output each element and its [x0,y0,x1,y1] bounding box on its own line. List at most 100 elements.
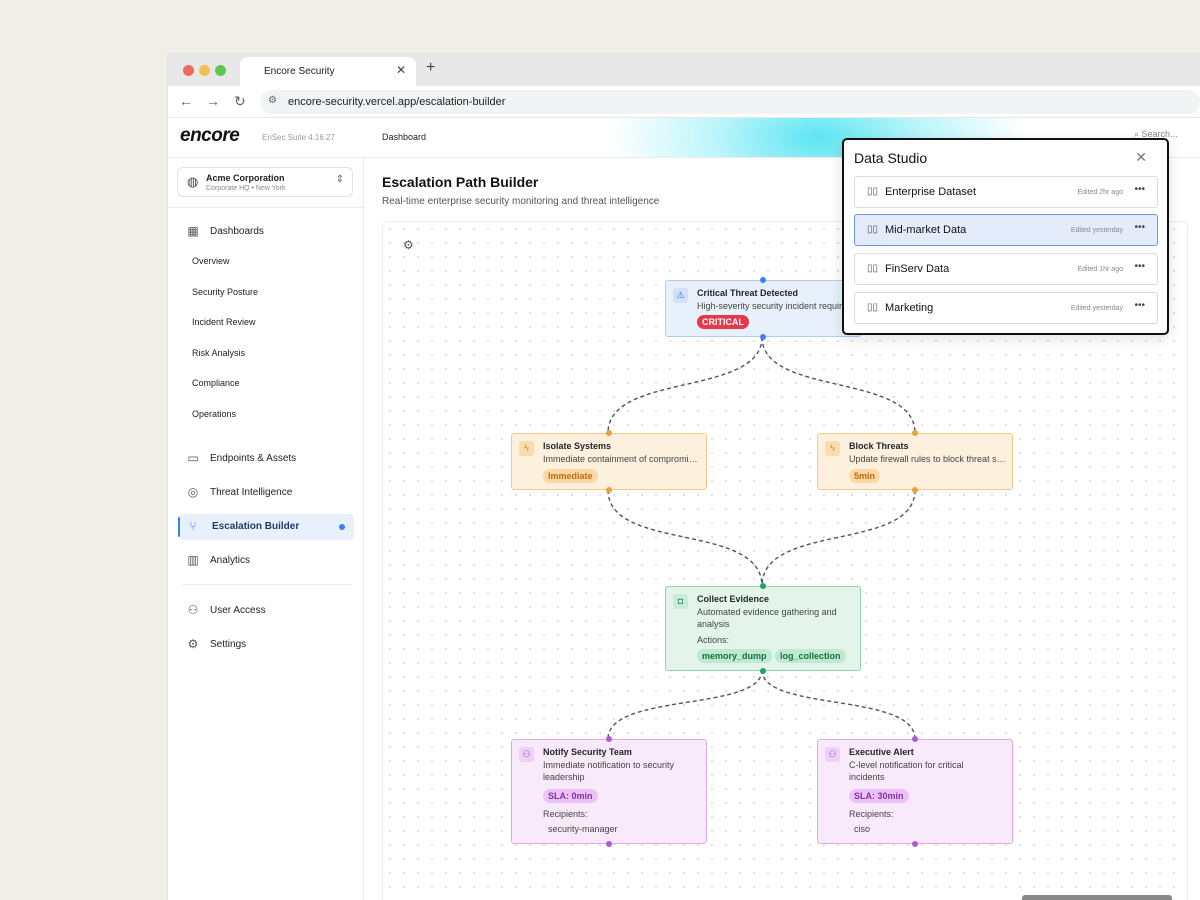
chevron-up-down-icon: ⇕ [335,174,344,185]
more-options-icon[interactable]: ••• [1134,261,1145,272]
severity-badge: CRITICAL [697,315,749,329]
input-handle[interactable] [760,277,766,283]
node-block-threats[interactable]: ϟ Block Threats Update firewall rules to… [817,430,1013,493]
lightning-icon: ϟ [519,441,534,456]
dataset-name: Enterprise Dataset [885,186,977,198]
browser-tab[interactable]: Encore Security ✕ [240,57,416,86]
gear-icon: ⚙ [187,637,199,651]
more-options-icon[interactable]: ••• [1134,184,1145,195]
input-handle[interactable] [760,583,766,589]
recipients-label: Recipients: [849,809,894,819]
dataset-row[interactable]: ▯▯ Marketing Edited yesterday ••• [854,292,1158,324]
sidebar-item-escalation-builder[interactable]: ⑂ Escalation Builder [178,514,354,540]
dataset-row[interactable]: ▯▯ FinServ Data Edited 1hr ago ••• [854,253,1158,285]
back-arrow-icon[interactable]: ← [179,93,193,109]
breadcrumb[interactable]: Dashboard [382,132,426,142]
node-title: Notify Security Team [543,747,632,757]
dataset-icon: ▯▯ [867,224,879,235]
sidebar-item-dashboards[interactable]: ▦ Dashboards [178,219,354,245]
node-title: Critical Threat Detected [697,288,799,298]
sidebar-subitem-compliance[interactable]: Compliance [192,378,240,388]
node-description: Update firewall rules to block threat so… [849,454,1009,464]
encore-logo[interactable]: encore [180,125,240,147]
recipients-label: Recipients: [543,809,588,819]
node-isolate-systems[interactable]: ϟ Isolate Systems Immediate containment … [511,430,707,493]
dataset-row[interactable]: ▯▯ Enterprise Dataset Edited 2hr ago ••• [854,176,1158,208]
edge-block-collect [761,489,916,587]
output-handle[interactable] [606,487,612,493]
dataset-edited-time: Edited 2hr ago [1077,189,1123,196]
sidebar-item-analytics[interactable]: ▥ Analytics [178,548,354,574]
sla-badge: SLA: 0min [543,789,598,803]
sidebar-subitem-operations[interactable]: Operations [192,409,236,419]
scrollbar-thumb[interactable] [1022,895,1172,900]
node-title: Block Threats [849,441,909,451]
close-window-button[interactable] [183,65,194,76]
sidebar-item-label: Threat Intelligence [210,487,293,498]
output-handle[interactable] [912,487,918,493]
sidebar-subitem-risk-analysis[interactable]: Risk Analysis [192,348,245,358]
sidebar-subitem-incident-review[interactable]: Incident Review [192,317,256,327]
edge-collect-exec [761,669,916,740]
output-handle[interactable] [606,841,612,847]
more-options-icon[interactable]: ••• [1134,300,1145,311]
forward-arrow-icon[interactable]: → [206,93,220,109]
sidebar-item-label: User Access [210,605,266,616]
node-description: Immediate notification to security leade… [543,760,675,782]
sidebar-item-label: Escalation Builder [212,521,300,532]
more-options-icon[interactable]: ••• [1134,222,1145,233]
edge-critical-isolate [607,336,763,434]
output-handle[interactable] [760,668,766,674]
sidebar-subitem-security-posture[interactable]: Security Posture [192,287,258,297]
minimize-window-button[interactable] [199,65,210,76]
node-critical-threat[interactable]: ⚠ Critical Threat Detected High-severity… [665,277,861,340]
laptop-icon: ▭ [187,451,199,465]
edge-isolate-collect [607,489,763,587]
node-title: Collect Evidence [697,594,770,604]
node-collect-evidence[interactable]: ◘ Collect Evidence Automated evidence ga… [665,583,861,674]
maximize-window-button[interactable] [215,65,226,76]
close-icon[interactable]: ✕ [1135,149,1147,166]
sidebar-item-threat-intelligence[interactable]: ◎ Threat Intelligence [178,480,354,506]
page-title: Escalation Path Builder [382,174,539,190]
recipient-value: ciso [854,824,871,834]
input-handle[interactable] [912,736,918,742]
lightning-icon: ϟ [825,441,840,456]
tab-close-icon[interactable]: ✕ [396,63,406,77]
dataset-name: Marketing [885,302,934,314]
node-executive-alert[interactable]: ⚇ Executive Alert C-level notification f… [817,736,1013,847]
input-handle[interactable] [606,430,612,436]
users-icon: ⚇ [825,747,840,762]
site-settings-icon[interactable]: ⚙ [268,95,277,106]
dataset-row-selected[interactable]: ▯▯ Mid-market Data Edited yesterday ••• [854,214,1158,246]
output-handle[interactable] [760,334,766,340]
sidebar-item-settings[interactable]: ⚙ Settings [178,632,354,658]
tab-strip: Encore Security ✕ + [168,54,1200,86]
input-handle[interactable] [912,430,918,436]
users-icon: ⚇ [187,603,199,617]
recipient-value: security-manager [548,824,618,834]
action-chip-log-collection: log_collection [775,649,846,663]
dataset-icon: ▯▯ [867,263,879,274]
output-handle[interactable] [912,841,918,847]
new-tab-button[interactable]: + [426,59,435,77]
org-switcher[interactable]: ◍ Acme Corporation Corporate HQ • New Yo… [177,167,353,197]
node-description: C-level notification for critical incide… [849,760,964,782]
node-notify-security-team[interactable]: ⚇ Notify Security Team Immediate notific… [511,736,707,847]
sidebar-item-label: Analytics [210,555,251,566]
panel-title: Data Studio [854,150,928,166]
sidebar-subitem-overview[interactable]: Overview [192,256,230,266]
dataset-name: FinServ Data [885,263,950,275]
reload-icon[interactable]: ↻ [234,93,246,110]
input-handle[interactable] [606,736,612,742]
sidebar-item-endpoints[interactable]: ▭ Endpoints & Assets [178,446,354,472]
active-indicator-dot [339,524,345,530]
node-description: Immediate containment of compromised sys… [543,454,699,464]
sidebar-item-user-access[interactable]: ⚇ User Access [178,598,354,624]
dataset-edited-time: Edited yesterday [1070,305,1123,312]
dataset-icon: ▯▯ [867,186,879,197]
divider [182,584,352,585]
target-icon: ◎ [187,485,199,499]
url-field[interactable]: ⚙ encore-security.vercel.app/escalation-… [260,90,1200,114]
warning-triangle-icon: ⚠ [673,288,688,303]
